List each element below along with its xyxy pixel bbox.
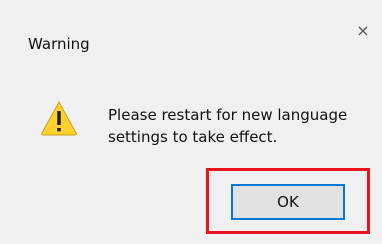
close-icon: × xyxy=(356,21,370,40)
ok-button[interactable]: OK xyxy=(231,184,345,220)
message-line: settings to take effect. xyxy=(108,128,278,146)
warning-dialog: Warning × Please restart for new languag… xyxy=(0,0,382,244)
dialog-message: Please restart for new language settings… xyxy=(108,104,370,148)
close-button[interactable]: × xyxy=(354,22,372,40)
dialog-title: Warning xyxy=(28,35,90,53)
message-line: Please restart for new language xyxy=(108,106,348,124)
warning-icon xyxy=(41,100,77,136)
